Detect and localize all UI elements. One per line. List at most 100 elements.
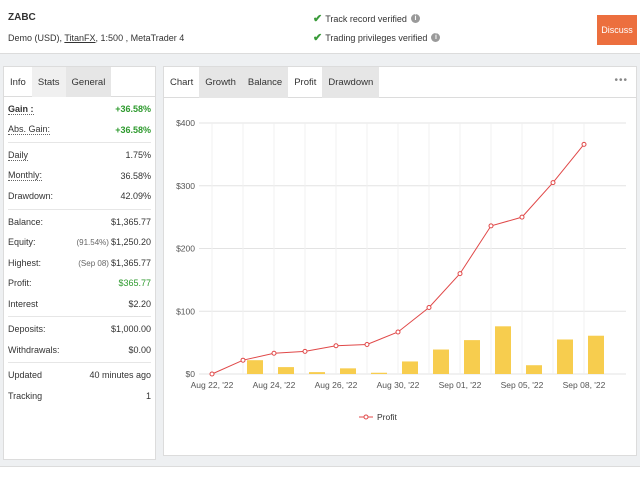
profit-point xyxy=(209,371,215,377)
stat-value: $0.00 xyxy=(128,344,151,355)
stat-tracking: Tracking 1 xyxy=(8,386,151,407)
account-leverage-platform: , 1:500 , MetaTrader 4 xyxy=(95,33,185,43)
profit-bar xyxy=(433,349,449,374)
profit-chart: $0 $100 $200 $300 $400 Aug 22, '22 Aug 24, '22… xyxy=(176,118,626,422)
x-tick-label: Aug 26, '22 xyxy=(315,380,358,390)
stat-value: 1 xyxy=(145,390,151,401)
profit-bar xyxy=(309,372,325,374)
stat-updated: Updated 40 minutes ago xyxy=(8,365,151,386)
stat-label: Highest: xyxy=(8,257,42,268)
tab-general[interactable]: General xyxy=(65,67,112,97)
stat-value: 40 minutes ago xyxy=(89,370,151,381)
x-tick-label: Aug 24, '22 xyxy=(253,380,296,390)
bottom-strip xyxy=(0,466,640,480)
account-type: Demo (USD), xyxy=(8,33,63,43)
stat-value: 36.58% xyxy=(120,170,151,181)
stat-label: Equity: xyxy=(8,237,36,248)
profit-bar xyxy=(526,365,542,374)
discuss-button[interactable]: Discuss xyxy=(597,15,637,45)
stat-label: Withdrawals: xyxy=(8,344,60,355)
tab-balance[interactable]: Balance xyxy=(241,67,289,98)
profit-point xyxy=(581,141,587,147)
stat-value: (Sep 08) $1,365.77 xyxy=(78,258,151,268)
profit-point xyxy=(395,329,401,335)
profit-bar xyxy=(278,367,294,374)
profit-bar xyxy=(247,360,263,374)
stats-panel: Info Stats General Gain : +36.58% Abs. G… xyxy=(3,66,156,460)
stat-gain: Gain : +36.58% xyxy=(8,99,151,120)
profit-point xyxy=(488,223,494,229)
stat-value: $365.77 xyxy=(118,278,151,289)
y-tick-label: $100 xyxy=(176,306,195,316)
profit-bar xyxy=(371,372,387,374)
stat-value: (91.54%) $1,250.20 xyxy=(76,237,151,247)
account-details: Demo (USD), TitanFX, 1:500 , MetaTrader … xyxy=(8,33,184,43)
y-tick-label: $200 xyxy=(176,244,195,254)
profit-bar xyxy=(588,335,604,374)
more-dots-icon[interactable]: ••• xyxy=(614,75,628,86)
x-tick-label: Sep 01, '22 xyxy=(439,380,482,390)
trading-privileges-label: Trading privileges verified xyxy=(325,32,428,43)
stat-deposits: Deposits: $1,000.00 xyxy=(8,319,151,340)
stat-note: (Sep 08) xyxy=(78,258,109,268)
account-name: ZABC xyxy=(8,12,36,23)
profit-point xyxy=(271,350,277,356)
chart-panel: Chart Growth Balance Profit Drawdown •••… xyxy=(163,66,637,456)
info-icon[interactable]: i xyxy=(410,14,420,23)
account-header: ZABC Demo (USD), TitanFX, 1:500 , MetaTr… xyxy=(0,0,640,54)
stat-value: 42.09% xyxy=(120,191,151,202)
profit-point xyxy=(240,357,246,363)
tab-stats[interactable]: Stats xyxy=(31,67,66,97)
checkmark-icon: ✔ xyxy=(313,32,323,44)
checkmark-icon: ✔ xyxy=(313,13,323,25)
stat-amount: $1,250.20 xyxy=(110,237,151,248)
stat-label[interactable]: Gain : xyxy=(8,104,34,115)
stat-profit: Profit: $365.77 xyxy=(8,273,151,294)
profit-point xyxy=(302,348,308,354)
stat-highest: Highest: (Sep 08) $1,365.77 xyxy=(8,253,151,274)
tab-info[interactable]: Info xyxy=(4,67,32,97)
stat-equity: Equity: (91.54%) $1,250.20 xyxy=(8,232,151,253)
stat-value: $1,365.77 xyxy=(110,216,151,227)
profit-point xyxy=(364,342,370,348)
stat-label: Deposits: xyxy=(8,324,46,335)
stat-balance: Balance: $1,365.77 xyxy=(8,212,151,233)
profit-bar xyxy=(340,368,356,374)
x-tick-label: Aug 22, '22 xyxy=(191,380,234,390)
stat-value: $2.20 xyxy=(128,298,151,309)
stat-value: 1.75% xyxy=(125,150,151,161)
profit-point xyxy=(519,214,525,220)
track-record-label: Track record verified xyxy=(325,13,407,24)
stat-label[interactable]: Abs. Gain: xyxy=(8,124,51,136)
stat-label[interactable]: Daily xyxy=(8,150,29,161)
y-tick-label: $300 xyxy=(176,181,195,191)
profit-point xyxy=(426,304,432,310)
stat-interest: Interest $2.20 xyxy=(8,294,151,315)
tab-growth[interactable]: Growth xyxy=(199,67,242,98)
profit-bar xyxy=(557,339,573,374)
stat-abs-gain: Abs. Gain: +36.58% xyxy=(8,120,151,141)
profit-point xyxy=(457,271,463,277)
chart-tabs: Chart Growth Balance Profit Drawdown xyxy=(164,67,636,98)
tab-drawdown[interactable]: Drawdown xyxy=(322,67,380,98)
stat-amount: $1,365.77 xyxy=(110,257,151,268)
info-icon[interactable]: i xyxy=(431,33,441,42)
stat-label[interactable]: Monthly: xyxy=(8,170,43,182)
y-tick-label: $0 xyxy=(186,369,196,379)
stat-withdrawals: Withdrawals: $0.00 xyxy=(8,340,151,361)
stats-list: Gain : +36.58% Abs. Gain: +36.58% Daily … xyxy=(4,97,155,408)
stat-label: Interest xyxy=(8,298,39,309)
y-tick-label: $400 xyxy=(176,118,195,128)
stat-label: Tracking xyxy=(8,390,43,401)
tab-chart[interactable]: Chart xyxy=(164,67,199,98)
broker-link[interactable]: TitanFX xyxy=(64,33,95,43)
stat-daily: Daily 1.75% xyxy=(8,145,151,166)
profit-bar xyxy=(402,361,418,374)
track-record-verified: ✔ Track record verified i xyxy=(313,12,420,25)
x-tick-label: Aug 30, '22 xyxy=(377,380,420,390)
trading-privileges-verified: ✔ Trading privileges verified i xyxy=(313,31,441,44)
x-tick-label: Sep 05, '22 xyxy=(501,380,544,390)
tab-profit[interactable]: Profit xyxy=(288,67,322,98)
stat-value: $1,000.00 xyxy=(110,324,151,335)
legend-marker xyxy=(363,414,369,420)
